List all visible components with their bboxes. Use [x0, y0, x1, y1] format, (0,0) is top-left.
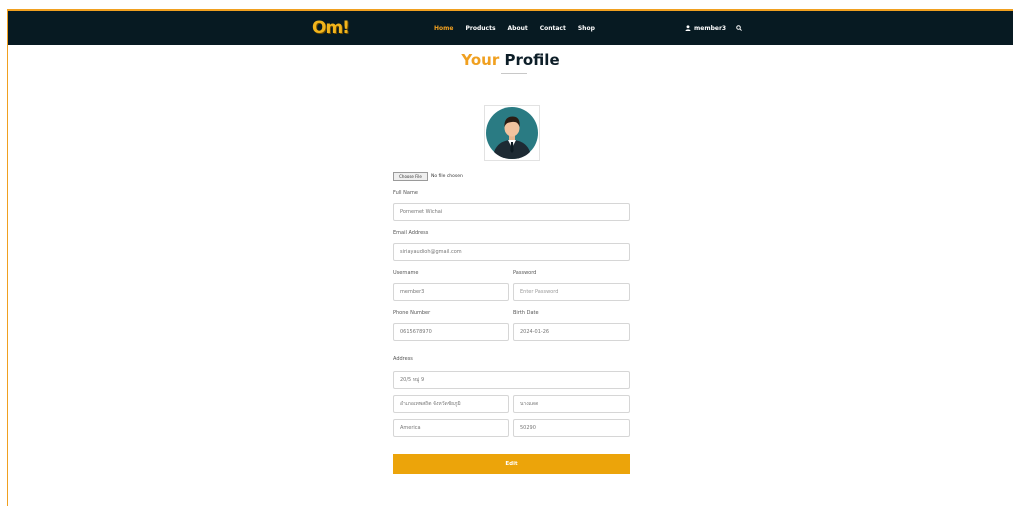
title-your: Your	[461, 51, 500, 69]
page-frame: Om! Home Products About Contact Shop mem…	[7, 9, 1013, 506]
password-input[interactable]	[513, 283, 630, 301]
nav-links: Home Products About Contact Shop	[434, 11, 595, 45]
nav-link-shop[interactable]: Shop	[578, 25, 595, 32]
subdistrict-input[interactable]	[513, 395, 630, 413]
avatar-image	[486, 107, 538, 159]
email-input[interactable]	[393, 243, 630, 261]
username-label: member3	[694, 24, 727, 32]
user-icon	[685, 25, 691, 31]
nav-right: member3	[685, 11, 742, 45]
nav-link-about[interactable]: About	[508, 25, 528, 32]
title-profile: Profile	[504, 51, 560, 69]
avatar	[484, 105, 540, 161]
edit-button[interactable]: Edit	[393, 454, 630, 474]
zip-input[interactable]	[513, 419, 630, 437]
birth-date-label: Birth Date	[513, 310, 539, 316]
country-input[interactable]	[393, 419, 509, 437]
full-name-label: Full Name	[393, 190, 418, 196]
password-label: Password	[513, 270, 537, 276]
email-label: Email Address	[393, 230, 429, 236]
district-input[interactable]	[393, 395, 509, 413]
phone-input[interactable]	[393, 323, 509, 341]
address-label: Address	[393, 356, 413, 362]
user-menu[interactable]: member3	[685, 25, 726, 32]
nav-link-products[interactable]: Products	[465, 25, 495, 32]
username-field-label: Username	[393, 270, 419, 276]
navbar: Om! Home Products About Contact Shop mem…	[8, 11, 1013, 45]
file-upload: Choose File No file chosen	[393, 172, 463, 181]
logo-text: Om!	[312, 18, 350, 38]
page-title: Your Profile	[8, 51, 1013, 69]
birth-date-input[interactable]	[513, 323, 630, 341]
search-icon[interactable]	[736, 25, 742, 31]
username-input[interactable]	[393, 283, 509, 301]
full-name-input[interactable]	[393, 203, 630, 221]
nav-link-contact[interactable]: Contact	[540, 25, 566, 32]
phone-label: Phone Number	[393, 310, 431, 316]
file-status: No file chosen	[431, 174, 463, 179]
nav-link-home[interactable]: Home	[434, 25, 453, 32]
address-line1-input[interactable]	[393, 371, 630, 389]
brand-logo[interactable]: Om!	[312, 17, 356, 39]
title-underline	[501, 73, 527, 74]
choose-file-button[interactable]: Choose File	[393, 172, 428, 181]
